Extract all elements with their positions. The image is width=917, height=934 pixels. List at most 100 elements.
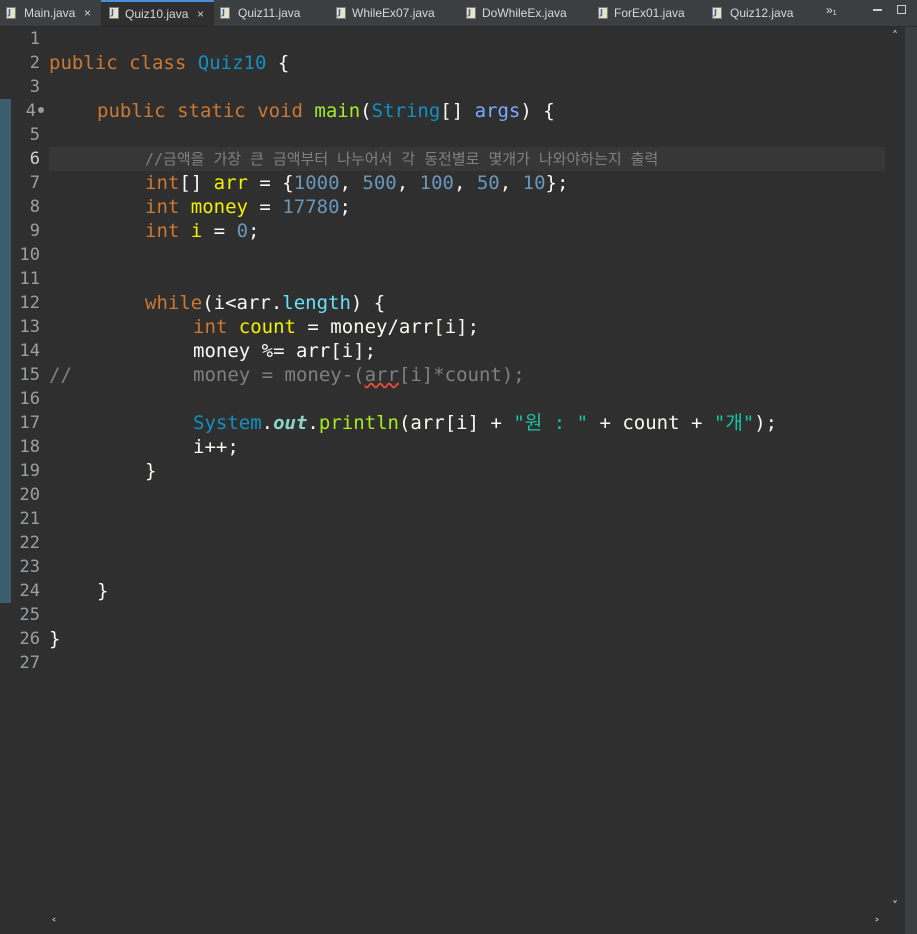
fold-toggle-icon[interactable] (38, 107, 44, 113)
parameter: args (474, 100, 521, 122)
java-file-icon: J (712, 7, 722, 19)
number: 50 (476, 172, 500, 194)
line-number: 16 (19, 389, 40, 409)
tab-quiz12-java[interactable]: J Quiz12.java (710, 0, 814, 26)
punct: , (453, 172, 477, 194)
punct: . (307, 412, 319, 434)
punct: ; (339, 196, 351, 218)
line-number: 11 (19, 269, 40, 289)
code-line-26: } (49, 627, 60, 651)
tab-quiz11-java[interactable]: J Quiz11.java (214, 0, 324, 26)
java-file-icon: J (6, 7, 16, 19)
line-number: 2 (29, 53, 40, 73)
tab-overflow-button[interactable]: »₁ (826, 0, 837, 26)
punct: ) { (350, 292, 386, 314)
tab-label: WhileEx07.java (352, 6, 435, 20)
tab-label: Main.java (24, 6, 76, 20)
type-keyword: int (145, 220, 180, 242)
scrollbar-corner (885, 915, 905, 933)
code-line-17: System.out.println(arr[i] + "원 : " + cou… (193, 411, 777, 435)
tab-quiz10-java[interactable]: J Quiz10.java × (101, 0, 214, 26)
close-icon[interactable]: × (84, 0, 91, 26)
type-keyword: int (145, 172, 180, 194)
punct: ( (360, 100, 372, 122)
punct: = { (247, 172, 294, 194)
code-line-24: } (97, 579, 108, 603)
scroll-left-icon[interactable]: ˂ (46, 915, 62, 933)
comment: //금액을 가장 큰 금액부터 나누어서 각 동전별로 몇개가 나와야하는지 출… (145, 150, 659, 168)
keyword: void (257, 100, 303, 122)
code-line-18: i++; (193, 435, 239, 459)
line-number: 13 (19, 317, 40, 337)
tab-whileex07-java[interactable]: J WhileEx07.java (330, 0, 456, 26)
punct: [] (179, 172, 214, 194)
line-number: 23 (19, 557, 40, 577)
line-number: 18 (19, 437, 40, 457)
line-number: 24 (19, 581, 40, 601)
tab-label: Quiz12.java (730, 6, 794, 20)
punct: , (396, 172, 420, 194)
java-file-icon: J (598, 7, 608, 19)
line-number: 4 (25, 101, 36, 121)
line-number: 12 (19, 293, 40, 313)
vertical-scrollbar[interactable]: ˄ ˅ (885, 27, 905, 915)
closing-brace: } (145, 460, 157, 482)
commented-code: [i]*count); (398, 364, 525, 386)
scroll-up-icon[interactable]: ˄ (885, 27, 905, 45)
keyword: while (145, 292, 203, 314)
number: 10 (522, 172, 546, 194)
class-name: System (193, 412, 262, 434)
static-field: out (273, 412, 308, 434)
type-keyword: int (145, 196, 180, 218)
punct: ) { (520, 100, 555, 122)
code-line-4: public static void main(String[] args) { (97, 99, 555, 123)
tab-label: DoWhileEx.java (482, 6, 567, 20)
line-number: 25 (19, 605, 40, 625)
tab-dowhileex-java[interactable]: J DoWhileEx.java (462, 0, 586, 26)
tab-forex01-java[interactable]: J ForEx01.java (594, 0, 702, 26)
punct: . (261, 412, 274, 434)
line-number: 1 (29, 29, 40, 49)
type-keyword: int (193, 316, 228, 338)
method-name: println (318, 412, 399, 434)
closing-brace: } (97, 580, 109, 602)
punct: + count + (588, 412, 714, 434)
tab-main-java[interactable]: J Main.java × (0, 0, 100, 26)
punct: (arr[i] + (398, 412, 514, 434)
type-name: String (371, 100, 441, 122)
window-edge (905, 27, 917, 934)
maximize-icon[interactable] (897, 5, 906, 14)
commented-code: money = money-( (193, 364, 365, 386)
punct: , (499, 172, 523, 194)
line-number: 5 (29, 125, 40, 145)
tab-label: Quiz10.java (125, 7, 189, 21)
java-file-icon: J (336, 7, 346, 19)
code-line-7: int[] arr = {1000, 500, 100, 50, 10}; (145, 171, 568, 195)
punct: , (339, 172, 363, 194)
statement: money %= arr[i]; (193, 340, 377, 362)
punct: [] (440, 100, 475, 122)
scroll-right-icon[interactable]: ˃ (869, 915, 885, 933)
code-line-6: //금액을 가장 큰 금액부터 나누어서 각 동전별로 몇개가 나와야하는지 출… (145, 147, 658, 171)
line-number-current: 6 (29, 149, 40, 169)
punct: (i<arr. (202, 292, 283, 314)
line-number: 3 (29, 77, 40, 97)
minimize-icon[interactable] (873, 9, 882, 11)
code-text-area[interactable]: public class Quiz10 { public static void… (49, 27, 885, 915)
line-number: 21 (19, 509, 40, 529)
code-editor[interactable]: 1 2 3 4 5 6 7 8 9 10 11 12 13 14 15 16 1… (0, 27, 917, 934)
code-line-2: public class Quiz10 { (49, 51, 289, 75)
horizontal-scrollbar[interactable]: ˂ ˃ (46, 915, 885, 933)
punct: ); (754, 412, 778, 434)
punct: = (247, 196, 283, 218)
method-name: main (314, 100, 361, 122)
line-number: 9 (29, 221, 40, 241)
variable: i (190, 220, 203, 242)
close-icon[interactable]: × (197, 2, 204, 26)
code-line-8: int money = 17780; (145, 195, 351, 219)
scroll-down-icon[interactable]: ˅ (885, 897, 905, 915)
variable: count (238, 316, 296, 338)
punct: = (202, 220, 237, 242)
keyword: public (97, 100, 166, 122)
comment-slashes: // (49, 364, 72, 386)
